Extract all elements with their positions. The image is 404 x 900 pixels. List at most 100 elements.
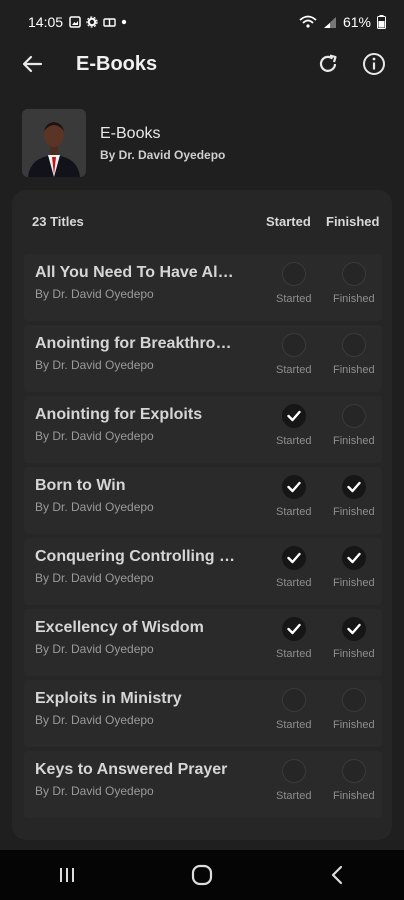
check-icon: [287, 552, 301, 564]
finished-checkbox[interactable]: [342, 759, 366, 783]
list-item[interactable]: Exploits in Ministry By Dr. David Oyedepo…: [24, 680, 382, 747]
refresh-button[interactable]: [312, 48, 344, 80]
author-portrait-icon: [22, 109, 86, 177]
list-item[interactable]: Keys to Answered Prayer By Dr. David Oyed…: [24, 751, 382, 818]
status-right: 61%: [299, 14, 386, 30]
nav-back-button[interactable]: [307, 855, 367, 895]
book-title: Conquering Controlling P...: [35, 548, 235, 565]
info-button[interactable]: [358, 48, 390, 80]
wifi-icon: [299, 15, 317, 28]
battery-icon: [377, 15, 386, 29]
check-icon: [287, 410, 301, 422]
started-checkbox[interactable]: [282, 617, 306, 641]
book-title: Anointing for Exploits: [35, 406, 203, 423]
finished-column-header: Finished: [326, 214, 380, 229]
book-author: By Dr. David Oyedepo: [35, 287, 154, 301]
finished-checkbox[interactable]: [342, 333, 366, 357]
list-item[interactable]: Anointing for Breakthrou... By Dr. David …: [24, 325, 382, 392]
app-bar: E-Books: [0, 36, 404, 92]
dot-icon: [121, 19, 127, 25]
finished-checkbox[interactable]: [342, 617, 366, 641]
list-item[interactable]: Excellency of Wisdom By Dr. David Oyedepo…: [24, 609, 382, 676]
started-checkbox[interactable]: [282, 475, 306, 499]
collection-title: E-Books: [100, 124, 161, 142]
list-item[interactable]: All You Need To Have All ... By Dr. David…: [24, 254, 382, 321]
started-label: Started: [276, 435, 312, 447]
gallery-icon: [69, 16, 81, 28]
finished-label: Finished: [333, 435, 375, 447]
signal-icon: [323, 16, 336, 28]
book-title: Keys to Answered Prayer: [35, 761, 228, 778]
status-left: 14:05: [28, 14, 127, 30]
started-label: Started: [276, 648, 312, 660]
finished-label: Finished: [333, 506, 375, 518]
titles-count: 23 Titles: [32, 214, 84, 229]
books-panel: 23 Titles Started Finished All You Need …: [12, 190, 392, 840]
header-text: E-Books By Dr. David Oyedepo: [100, 125, 225, 162]
started-checkbox[interactable]: [282, 546, 306, 570]
finished-label: Finished: [333, 648, 375, 660]
started-label: Started: [276, 364, 312, 376]
check-icon: [287, 481, 301, 493]
battery-percent: 61%: [342, 14, 371, 30]
started-checkbox[interactable]: [282, 333, 306, 357]
finished-label: Finished: [333, 364, 375, 376]
started-label: Started: [276, 719, 312, 731]
finished-checkbox[interactable]: [342, 475, 366, 499]
book-title: Exploits in Ministry: [35, 690, 182, 707]
info-icon: [363, 53, 385, 75]
recent-apps-button[interactable]: [37, 855, 97, 895]
started-label: Started: [276, 790, 312, 802]
link-icon: [103, 18, 116, 27]
status-time: 14:05: [28, 14, 64, 30]
home-icon: [191, 864, 213, 886]
book-title: Anointing for Breakthrou...: [35, 335, 235, 352]
refresh-icon: [319, 54, 337, 72]
book-author: By Dr. David Oyedepo: [35, 713, 154, 727]
finished-label: Finished: [333, 293, 375, 305]
book-title: All You Need To Have All ...: [35, 264, 235, 281]
check-icon: [347, 552, 361, 564]
book-author: By Dr. David Oyedepo: [35, 784, 154, 798]
started-label: Started: [276, 293, 312, 305]
book-author: By Dr. David Oyedepo: [35, 571, 154, 585]
list-item[interactable]: Conquering Controlling P... By Dr. David …: [24, 538, 382, 605]
home-button[interactable]: [172, 855, 232, 895]
list-item[interactable]: Born to Win By Dr. David Oyedepo Started Fi…: [24, 467, 382, 534]
book-list: All You Need To Have All ... By Dr. David…: [24, 254, 382, 822]
started-checkbox[interactable]: [282, 688, 306, 712]
collection-header: E-Books By Dr. David Oyedepo: [22, 108, 382, 178]
chevron-left-icon: [331, 865, 342, 885]
book-author: By Dr. David Oyedepo: [35, 500, 154, 514]
finished-checkbox[interactable]: [342, 546, 366, 570]
book-author: By Dr. David Oyedepo: [35, 429, 154, 443]
list-item[interactable]: Anointing for Exploits By Dr. David Oyede…: [24, 396, 382, 463]
check-icon: [347, 623, 361, 635]
author-photo: [22, 109, 86, 177]
finished-label: Finished: [333, 719, 375, 731]
recents-icon: [60, 868, 75, 882]
book-author: By Dr. David Oyedepo: [35, 642, 154, 656]
finished-checkbox[interactable]: [342, 404, 366, 428]
book-title: Born to Win: [35, 477, 126, 494]
started-label: Started: [276, 577, 312, 589]
finished-checkbox[interactable]: [342, 688, 366, 712]
started-checkbox[interactable]: [282, 404, 306, 428]
finished-label: Finished: [333, 790, 375, 802]
started-label: Started: [276, 506, 312, 518]
back-button[interactable]: [18, 50, 46, 78]
list-header: 23 Titles Started Finished: [12, 190, 392, 252]
finished-label: Finished: [333, 577, 375, 589]
system-nav-bar: [0, 850, 404, 900]
book-author: By Dr. David Oyedepo: [35, 358, 154, 372]
started-checkbox[interactable]: [282, 759, 306, 783]
page-title: E-Books: [76, 52, 158, 75]
collection-author: By Dr. David Oyedepo: [100, 147, 226, 162]
arrow-back-icon: [22, 55, 43, 73]
finished-checkbox[interactable]: [342, 262, 366, 286]
check-icon: [347, 481, 361, 493]
started-checkbox[interactable]: [282, 262, 306, 286]
notification-icons: [69, 16, 127, 28]
settings-icon: [86, 16, 98, 28]
check-icon: [287, 623, 301, 635]
